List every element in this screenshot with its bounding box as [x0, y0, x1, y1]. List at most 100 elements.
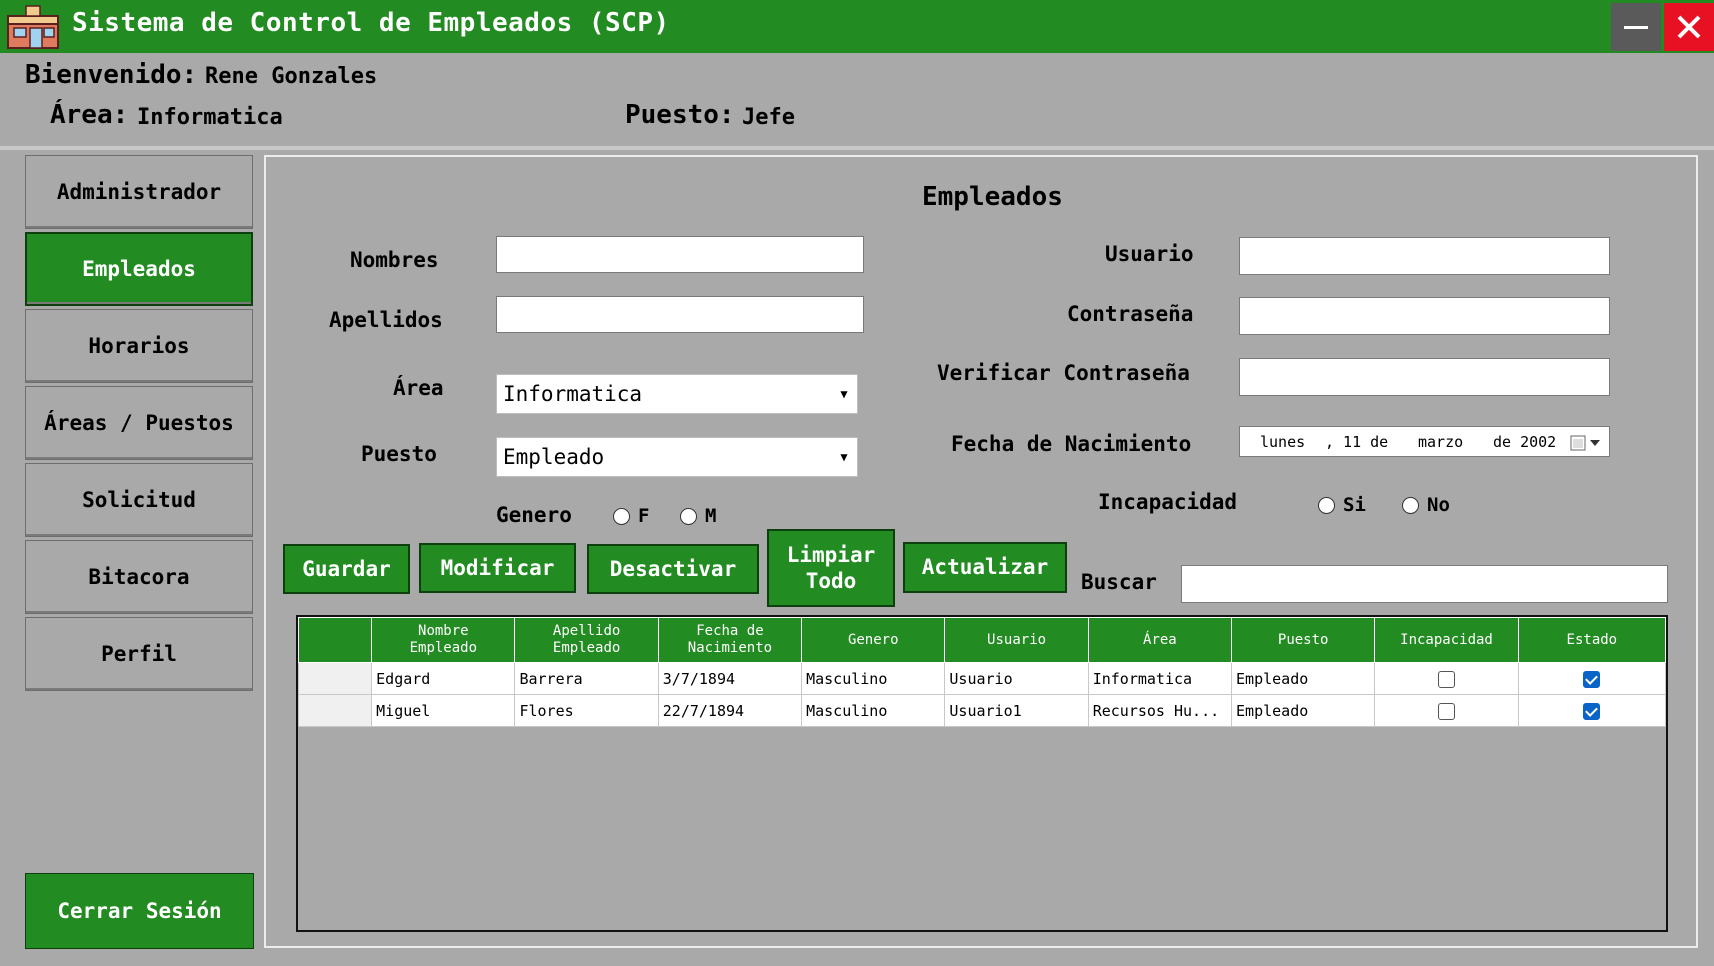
welcome-label: Bienvenido:: [25, 60, 198, 90]
incapacidad-option-si-label: Si: [1343, 494, 1366, 516]
cell-incapacidad[interactable]: [1374, 694, 1519, 727]
verificar-contrasena-field[interactable]: [1239, 358, 1610, 396]
incapacidad-checkbox[interactable]: [1438, 702, 1455, 720]
incapacidad-option-no[interactable]: No: [1402, 494, 1450, 516]
cell-nombre[interactable]: Edgard: [371, 662, 516, 695]
usuario-label: Usuario: [1105, 242, 1194, 266]
cell-estado[interactable]: [1517, 694, 1666, 727]
close-icon: [1677, 15, 1701, 39]
sidebar-item-solicitud[interactable]: Solicitud: [25, 463, 253, 537]
estado-checkbox[interactable]: [1583, 702, 1601, 720]
close-button[interactable]: [1664, 3, 1714, 51]
cell-puesto[interactable]: Empleado: [1231, 662, 1376, 695]
row-selector[interactable]: [298, 662, 373, 695]
area-select[interactable]: Informatica ▼: [496, 374, 858, 414]
incapacidad-checkbox[interactable]: [1438, 670, 1455, 688]
column-header-row-selector[interactable]: [298, 617, 373, 663]
fecha-anio: de 2002: [1493, 432, 1557, 451]
incapacidad-option-no-label: No: [1427, 494, 1450, 516]
fecha-dia: , 11 de: [1325, 432, 1389, 451]
minimize-icon: [1624, 26, 1648, 29]
cell-area[interactable]: Recursos Hu...: [1087, 694, 1233, 727]
user-name: Rene Gonzales: [205, 64, 378, 89]
genero-option-f-label: F: [638, 505, 650, 527]
minimize-button[interactable]: [1611, 3, 1661, 51]
cell-apellido[interactable]: Barrera: [514, 662, 659, 695]
cell-usuario[interactable]: Usuario: [944, 662, 1089, 695]
column-header-fecha[interactable]: Fecha de Nacimiento: [657, 617, 803, 663]
contrasena-field[interactable]: [1239, 297, 1610, 335]
apellidos-field[interactable]: [496, 296, 864, 333]
column-header-apellido[interactable]: Apellido Empleado: [514, 617, 659, 663]
table-row[interactable]: Edgard Barrera 3/7/1894 Masculino Usuari…: [298, 662, 1666, 695]
contrasena-label: Contraseña: [1067, 302, 1194, 326]
column-header-estado[interactable]: Estado: [1517, 617, 1666, 663]
puesto-label: Puesto:: [625, 100, 735, 130]
sidebar: Administrador Empleados Horarios Áreas /…: [25, 155, 255, 950]
column-header-incapacidad[interactable]: Incapacidad: [1374, 617, 1519, 663]
cell-fecha[interactable]: 3/7/1894: [657, 662, 803, 695]
search-input[interactable]: [1181, 565, 1668, 603]
cell-incapacidad[interactable]: [1374, 662, 1519, 695]
incapacidad-option-si[interactable]: Si: [1318, 494, 1366, 516]
fecha-nacimiento-label: Fecha de Nacimiento: [951, 432, 1192, 456]
column-header-usuario[interactable]: Usuario: [944, 617, 1089, 663]
employees-table: Nombre Empleado Apellido Empleado Fecha de…: [296, 615, 1668, 932]
fecha-dia-semana: lunes: [1260, 432, 1306, 451]
table-row[interactable]: Miguel Flores 22/7/1894 Masculino Usuari…: [298, 694, 1666, 727]
sidebar-item-bitacora[interactable]: Bitacora: [25, 540, 253, 614]
sidebar-item-administrador[interactable]: Administrador: [25, 155, 253, 229]
cell-area[interactable]: Informatica: [1087, 662, 1233, 695]
radio-f[interactable]: [613, 507, 630, 525]
cell-puesto[interactable]: Empleado: [1231, 694, 1376, 727]
puesto-field-label: Puesto: [361, 442, 437, 466]
app-store-icon: [7, 5, 59, 49]
buscar-label: Buscar: [1081, 570, 1157, 594]
puesto-selected-value: Empleado: [503, 445, 605, 469]
actualizar-button[interactable]: Actualizar: [903, 542, 1067, 593]
column-header-genero[interactable]: Genero: [801, 617, 946, 663]
genero-option-f[interactable]: F: [613, 505, 649, 527]
modificar-button[interactable]: Modificar: [419, 543, 576, 593]
nombres-field[interactable]: [496, 236, 864, 273]
table-header-row: Nombre Empleado Apellido Empleado Fecha de…: [298, 617, 1666, 663]
cell-nombre[interactable]: Miguel: [371, 694, 516, 727]
sidebar-item-areas-puestos[interactable]: Áreas / Puestos: [25, 386, 253, 460]
cell-estado[interactable]: [1517, 662, 1666, 695]
column-header-nombre[interactable]: Nombre Empleado: [371, 617, 516, 663]
verificar-contrasena-label: Verificar Contraseña: [937, 361, 1190, 385]
usuario-field[interactable]: [1239, 237, 1610, 275]
puesto-select[interactable]: Empleado ▼: [496, 437, 858, 477]
area-label: Área:: [50, 100, 129, 130]
incapacidad-label: Incapacidad: [1098, 490, 1238, 514]
cell-apellido[interactable]: Flores: [514, 694, 659, 727]
area-field-label: Área: [393, 376, 444, 400]
chevron-down-icon: ▼: [840, 387, 848, 401]
desactivar-button[interactable]: Desactivar: [587, 544, 759, 594]
estado-checkbox[interactable]: [1583, 670, 1601, 688]
fecha-nacimiento-picker[interactable]: lunes , 11 de marzo de 2002: [1239, 426, 1610, 457]
genero-option-m[interactable]: M: [680, 505, 716, 527]
column-header-puesto[interactable]: Puesto: [1231, 617, 1376, 663]
sidebar-item-horarios[interactable]: Horarios: [25, 309, 253, 383]
apellidos-label: Apellidos: [329, 308, 443, 332]
cell-fecha[interactable]: 22/7/1894: [657, 694, 803, 727]
radio-no[interactable]: [1402, 496, 1419, 514]
row-selector[interactable]: [298, 694, 373, 727]
area-selected-value: Informatica: [503, 382, 643, 406]
employees-data-grid: Nombre Empleado Apellido Empleado Fecha de…: [298, 617, 1666, 727]
radio-si[interactable]: [1318, 496, 1335, 514]
cell-genero[interactable]: Masculino: [801, 694, 946, 727]
genero-option-m-label: M: [705, 505, 717, 527]
cell-usuario[interactable]: Usuario1: [944, 694, 1089, 727]
cell-genero[interactable]: Masculino: [801, 662, 946, 695]
page-title: Empleados: [922, 182, 1063, 212]
calendar-icon[interactable]: [1570, 435, 1602, 451]
guardar-button[interactable]: Guardar: [283, 544, 410, 594]
logout-button[interactable]: Cerrar Sesión: [25, 873, 254, 949]
limpiar-todo-button[interactable]: Limpiar Todo: [767, 529, 895, 607]
sidebar-item-empleados[interactable]: Empleados: [25, 232, 253, 306]
column-header-area[interactable]: Área: [1087, 617, 1233, 663]
radio-m[interactable]: [680, 507, 697, 525]
sidebar-item-perfil[interactable]: Perfil: [25, 617, 253, 691]
